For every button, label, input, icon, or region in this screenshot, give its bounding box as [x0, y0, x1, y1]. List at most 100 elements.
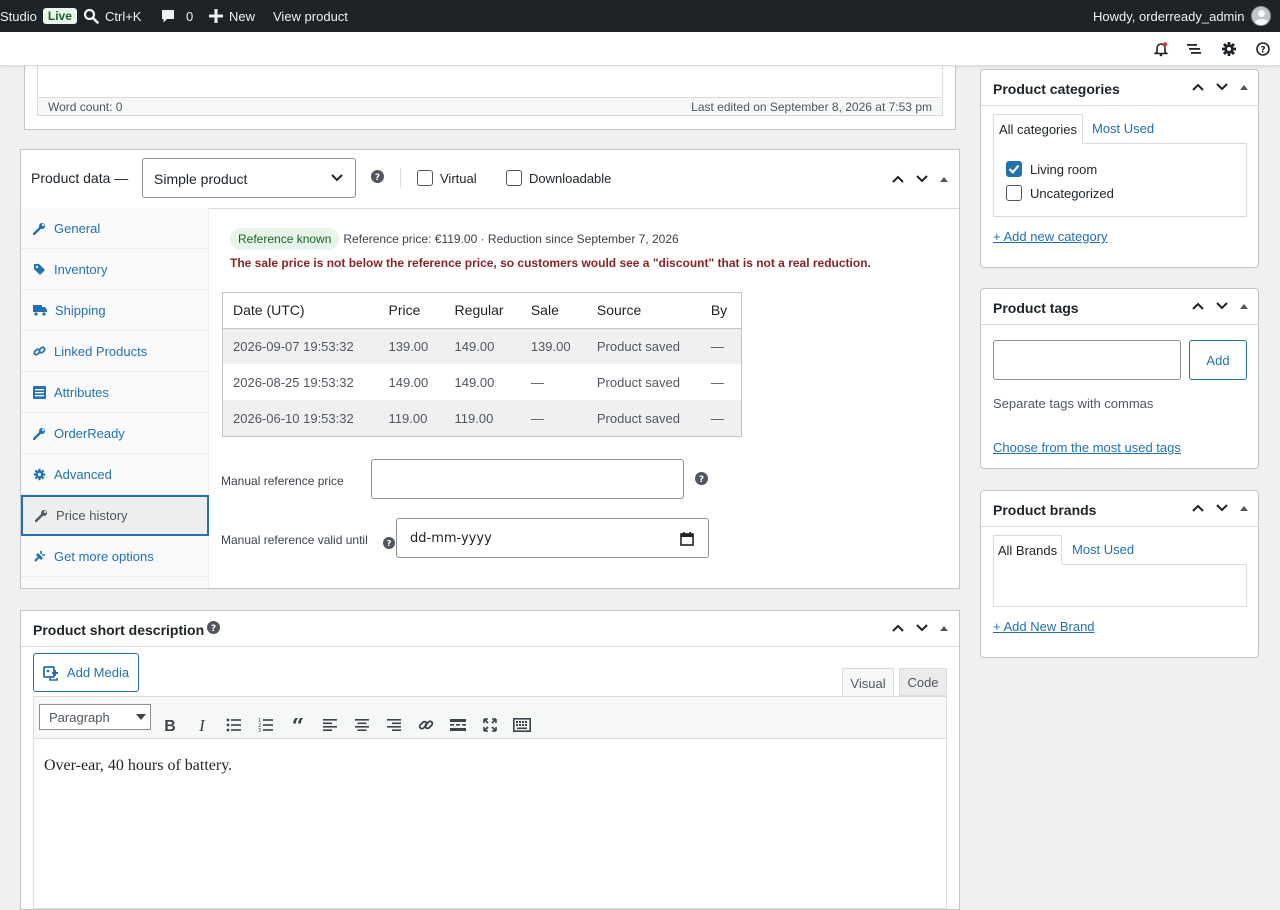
brands-controls: [1191, 501, 1249, 515]
toolbar-toggle-icon[interactable]: [512, 715, 532, 735]
tab-all-categories[interactable]: All categories: [993, 114, 1083, 144]
tab-get-more-options-label: Get more options: [54, 548, 154, 564]
tab-all-brands[interactable]: All Brands: [993, 535, 1062, 565]
categories-title: Product categories: [993, 81, 1120, 97]
virtual-checkbox[interactable]: Virtual: [417, 170, 477, 186]
category-living-room[interactable]: Living room: [1006, 161, 1097, 177]
checkmark-icon: [1008, 164, 1020, 174]
tag-input[interactable]: [993, 340, 1181, 380]
product-type-select[interactable]: Simple product: [142, 158, 356, 198]
help-icon[interactable]: ?: [1255, 41, 1271, 57]
short-description-content: Over-ear, 40 hours of battery.: [44, 757, 233, 774]
tab-code[interactable]: Code: [899, 668, 947, 696]
tab-inventory[interactable]: Inventory: [21, 249, 209, 290]
manual-valid-label: Manual reference valid until: [221, 533, 368, 547]
tab-most-used-categories[interactable]: Most Used: [1092, 121, 1154, 136]
product-data-tabs: General Inventory Shipping Linked Produc…: [21, 208, 209, 588]
italic-icon[interactable]: I: [192, 715, 212, 735]
collapse-toggle-icon[interactable]: [1239, 82, 1249, 92]
product-categories-box: Product categories All categories Most U…: [980, 69, 1259, 268]
tab-linked-products[interactable]: Linked Products: [21, 331, 209, 372]
product-type-help-icon[interactable]: ?: [371, 170, 384, 183]
cell-source: Product saved: [586, 328, 701, 364]
format-select[interactable]: Paragraph: [39, 704, 151, 730]
comments-link[interactable]: 0: [160, 0, 193, 32]
gear-icon[interactable]: [1221, 41, 1237, 57]
svg-text:?: ?: [375, 173, 380, 183]
short-description-editor[interactable]: Over-ear, 40 hours of battery.: [33, 739, 947, 909]
align-right-icon[interactable]: [384, 715, 404, 735]
content-editor-area[interactable]: Word count: 0 Last edited on September 8…: [37, 62, 943, 116]
wrench-icon: [33, 222, 45, 235]
collapse-toggle-icon[interactable]: [939, 174, 949, 184]
tab-orderready[interactable]: OrderReady: [21, 413, 209, 454]
move-down-icon[interactable]: [1215, 80, 1229, 94]
bullet-list-icon[interactable]: [224, 715, 244, 735]
site-name-link[interactable]: Studio Live: [0, 0, 77, 32]
bold-icon[interactable]: B: [160, 715, 180, 735]
align-left-icon[interactable]: [320, 715, 340, 735]
add-new-brand-link[interactable]: + Add New Brand: [993, 619, 1095, 634]
short-description-title: Product short description: [33, 622, 205, 638]
move-up-icon[interactable]: [891, 621, 905, 635]
view-product-link[interactable]: View product: [273, 0, 348, 32]
insert-link-icon[interactable]: [416, 715, 436, 735]
move-down-icon[interactable]: [1215, 299, 1229, 313]
add-new-category-link[interactable]: + Add new category: [993, 229, 1108, 244]
editor-status-bar: Word count: 0 Last edited on September 8…: [38, 97, 942, 115]
tab-price-history[interactable]: Price history: [21, 495, 209, 536]
fullscreen-icon[interactable]: [480, 715, 500, 735]
move-down-icon[interactable]: [1215, 501, 1229, 515]
blockquote-icon[interactable]: “: [288, 715, 308, 735]
bell-icon[interactable]: [1153, 41, 1169, 57]
virtual-checkbox-box[interactable]: [417, 170, 433, 186]
collapse-toggle-icon[interactable]: [939, 623, 949, 633]
category-uncategorized[interactable]: Uncategorized: [1006, 185, 1114, 201]
tab-attributes[interactable]: Attributes: [21, 372, 209, 413]
tab-get-more-options[interactable]: Get more options: [21, 536, 209, 577]
new-content-button[interactable]: New: [209, 0, 255, 32]
manual-valid-help-icon[interactable]: ?: [383, 537, 395, 549]
move-up-icon[interactable]: [891, 172, 905, 186]
collapse-toggle-icon[interactable]: [1239, 503, 1249, 513]
tab-advanced[interactable]: Advanced: [21, 454, 209, 495]
tab-most-used-brands[interactable]: Most Used: [1072, 542, 1134, 557]
read-more-icon[interactable]: [448, 715, 468, 735]
short-description-help-icon[interactable]: ?: [207, 621, 220, 634]
move-down-icon[interactable]: [915, 621, 929, 635]
account-menu[interactable]: Howdy, orderready_admin: [1093, 0, 1271, 32]
move-up-icon[interactable]: [1191, 501, 1205, 515]
living-room-checkbox[interactable]: [1006, 161, 1022, 177]
collapse-toggle-icon[interactable]: [1239, 301, 1249, 311]
activity-list-icon[interactable]: [1186, 41, 1202, 57]
cell-sale: —: [520, 400, 587, 436]
add-media-button[interactable]: Add Media: [33, 653, 139, 692]
svg-text:?: ?: [699, 475, 704, 485]
truck-icon: [33, 305, 47, 316]
uncategorized-checkbox[interactable]: [1006, 185, 1022, 201]
add-tag-button[interactable]: Add: [1189, 340, 1247, 380]
move-down-icon[interactable]: [915, 172, 929, 186]
cell-price: 149.00: [388, 374, 429, 390]
tab-general[interactable]: General: [21, 208, 209, 249]
align-center-icon[interactable]: [352, 715, 372, 735]
tab-shipping[interactable]: Shipping: [21, 290, 209, 331]
move-up-icon[interactable]: [1191, 80, 1205, 94]
product-brands-box: Product brands All Brands Most Used + Ad…: [980, 490, 1259, 658]
calendar-icon[interactable]: [680, 532, 694, 546]
downloadable-checkbox[interactable]: Downloadable: [506, 170, 611, 186]
manual-price-help-icon[interactable]: ?: [695, 472, 708, 485]
tab-visual[interactable]: Visual: [842, 668, 894, 697]
manual-valid-until-date-input[interactable]: dd-mm-yyyy: [396, 518, 709, 558]
move-up-icon[interactable]: [1191, 299, 1205, 313]
cell-source: Product saved: [586, 400, 701, 436]
downloadable-checkbox-box[interactable]: [506, 170, 522, 186]
choose-most-used-tags-link[interactable]: Choose from the most used tags: [993, 440, 1181, 455]
tags-title: Product tags: [993, 300, 1079, 316]
tab-orderready-label: OrderReady: [54, 425, 125, 441]
numbered-list-icon[interactable]: 123: [256, 715, 276, 735]
tab-price-history-label: Price history: [56, 508, 128, 523]
command-palette-button[interactable]: Ctrl+K: [83, 0, 141, 32]
col-sale: Sale: [520, 293, 587, 329]
manual-reference-price-input[interactable]: [371, 459, 684, 499]
